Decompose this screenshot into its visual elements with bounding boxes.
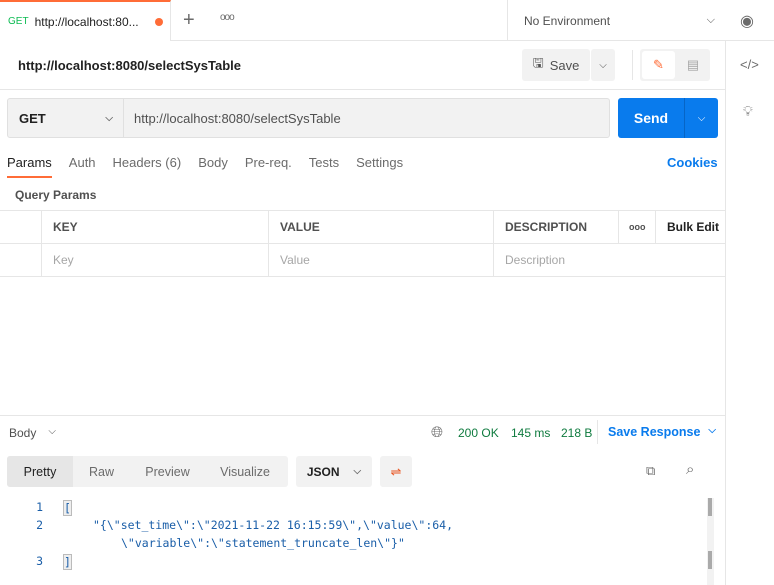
- tab-pretty[interactable]: Pretty: [7, 456, 73, 487]
- wrap-lines-icon[interactable]: ⇌: [380, 456, 412, 487]
- description-input[interactable]: Description: [493, 244, 725, 277]
- tab-bar: GET http://localhost:80... + ooo No Envi…: [0, 0, 774, 41]
- save-response-button[interactable]: Save Response ⌵: [608, 425, 716, 439]
- code-icon[interactable]: </>: [740, 57, 759, 72]
- tab-method: GET: [8, 16, 29, 27]
- save-label: Save: [549, 57, 580, 73]
- value-header: VALUE: [268, 210, 493, 244]
- method-label: GET: [19, 110, 46, 126]
- row-checkbox[interactable]: [0, 244, 41, 277]
- status-code: 200 OK: [458, 426, 499, 440]
- lightbulb-icon[interactable]: 💡︎: [743, 103, 753, 120]
- divider: [597, 420, 598, 444]
- scrollbar[interactable]: [707, 498, 714, 585]
- response-body-select[interactable]: Body ⌵: [9, 426, 56, 440]
- cookies-link[interactable]: Cookies: [667, 155, 718, 170]
- edit-pencil-icon[interactable]: ✎: [642, 51, 675, 79]
- format-label: JSON: [306, 464, 340, 479]
- chevron-down-icon: ⌵: [706, 14, 715, 26]
- description-header: DESCRIPTION: [493, 210, 618, 244]
- chevron-down-icon: ⌵: [48, 426, 56, 437]
- url-input[interactable]: http://localhost:8080/selectSysTable: [134, 111, 341, 126]
- bulk-edit-button[interactable]: Bulk Edit: [655, 210, 725, 244]
- send-dropdown-chevron-icon[interactable]: ⌵: [685, 98, 718, 138]
- globe-icon[interactable]: 🌐︎: [431, 424, 443, 441]
- eye-icon[interactable]: ◉: [740, 11, 754, 31]
- right-sidebar: </> 💡︎: [725, 41, 774, 585]
- method-select[interactable]: GET ⌵: [8, 99, 124, 137]
- tab-tests[interactable]: Tests: [309, 155, 339, 178]
- code-line: ]: [63, 554, 72, 570]
- save-dropdown[interactable]: ⌵: [591, 49, 615, 81]
- search-icon[interactable]: ⌕: [686, 461, 694, 478]
- copy-icon[interactable]: ⧉: [646, 463, 655, 479]
- send-button[interactable]: Send: [618, 98, 685, 138]
- send-button-group: Send ⌵: [618, 98, 718, 138]
- line-number: 1: [36, 500, 43, 514]
- query-params-heading: Query Params: [15, 188, 97, 202]
- request-tabs: Params Auth Headers (6) Body Pre-req. Te…: [7, 155, 420, 178]
- key-header: KEY: [41, 210, 268, 244]
- tab-settings[interactable]: Settings: [356, 155, 403, 178]
- save-response-label: Save Response: [608, 425, 701, 439]
- chevron-down-icon: ⌵: [105, 112, 113, 124]
- response-size: 218 B: [561, 426, 593, 440]
- response-view-tabs: Pretty Raw Preview Visualize: [7, 456, 288, 487]
- chevron-down-icon: ⌵: [353, 466, 362, 477]
- value-input[interactable]: Value: [268, 244, 493, 277]
- tab-visualize[interactable]: Visualize: [205, 456, 285, 487]
- tab-preview[interactable]: Preview: [130, 456, 205, 487]
- key-input[interactable]: Key: [41, 244, 268, 277]
- divider: [0, 415, 725, 416]
- checkbox-col-header: [0, 210, 41, 244]
- tab-pre-request[interactable]: Pre-req.: [245, 155, 292, 178]
- divider: [0, 89, 725, 90]
- body-label: Body: [9, 426, 37, 440]
- code-line: \"variable\":\"statement_truncate_len\"}…: [121, 536, 405, 550]
- tab-body[interactable]: Body: [198, 155, 228, 178]
- environment-select[interactable]: No Environment ⌵: [507, 0, 725, 41]
- response-time: 145 ms: [511, 426, 551, 440]
- save-button[interactable]: 🖫 Save: [522, 49, 590, 81]
- more-tabs-icon[interactable]: ooo: [220, 12, 235, 23]
- request-title: http://localhost:8080/selectSysTable: [18, 58, 241, 73]
- code-line: [: [63, 500, 72, 516]
- new-tab-plus-icon[interactable]: +: [183, 9, 195, 32]
- mode-toggle: ✎ ▤: [640, 49, 710, 81]
- request-bar: GET ⌵ http://localhost:8080/selectSysTab…: [7, 98, 610, 138]
- line-number: 2: [36, 518, 43, 532]
- divider: [632, 50, 633, 80]
- tab-title: http://localhost:80...: [34, 14, 139, 29]
- tab-headers[interactable]: Headers (6): [113, 155, 182, 178]
- format-select[interactable]: JSON ⌵: [296, 456, 372, 487]
- save-icon: 🖫: [532, 55, 544, 70]
- environment-label: No Environment: [524, 13, 611, 28]
- comment-icon[interactable]: ▤: [678, 51, 708, 79]
- code-line: "{\"set_time\":\"2021-11-22 16:15:59\",\…: [93, 518, 454, 532]
- request-tab[interactable]: GET http://localhost:80...: [0, 0, 171, 41]
- tab-params[interactable]: Params: [7, 155, 52, 178]
- line-number: 3: [36, 554, 43, 568]
- tab-auth[interactable]: Auth: [69, 155, 96, 178]
- tab-raw[interactable]: Raw: [73, 456, 130, 487]
- more-options-icon[interactable]: ooo: [618, 210, 655, 244]
- chevron-down-icon: ⌵: [708, 425, 717, 436]
- unsaved-dot-icon: [154, 17, 163, 26]
